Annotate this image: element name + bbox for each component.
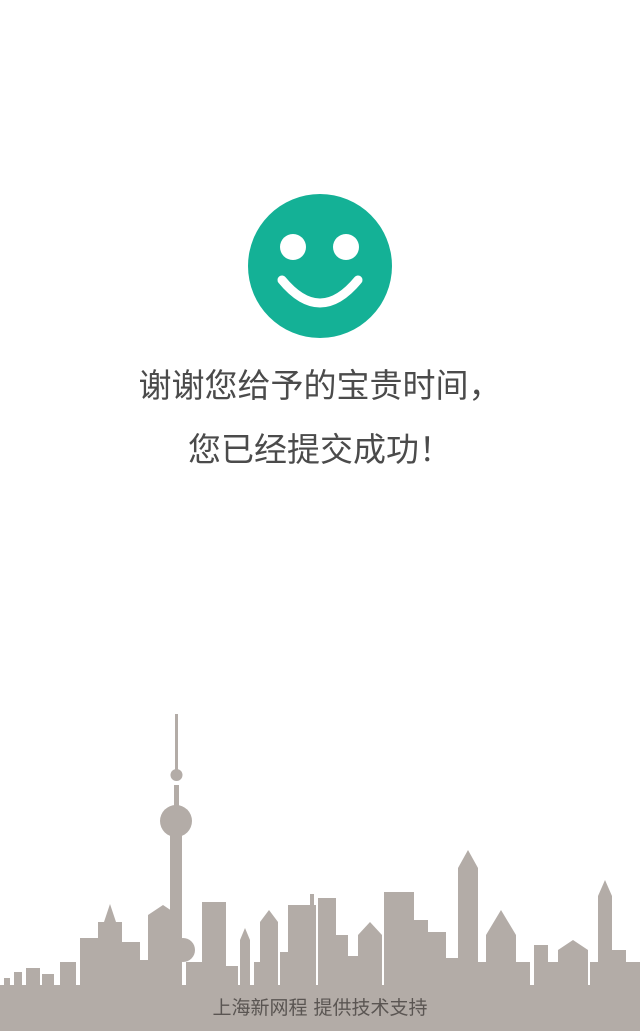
smiley-face-icon bbox=[248, 194, 392, 338]
tech-support-footer: 上海新网程 提供技术支持 bbox=[212, 997, 428, 1019]
success-message-line1: 谢谢您给予的宝贵时间， bbox=[138, 366, 502, 405]
city-skyline-illustration bbox=[0, 714, 640, 1031]
success-message-line2: 您已经提交成功！ bbox=[188, 430, 452, 469]
